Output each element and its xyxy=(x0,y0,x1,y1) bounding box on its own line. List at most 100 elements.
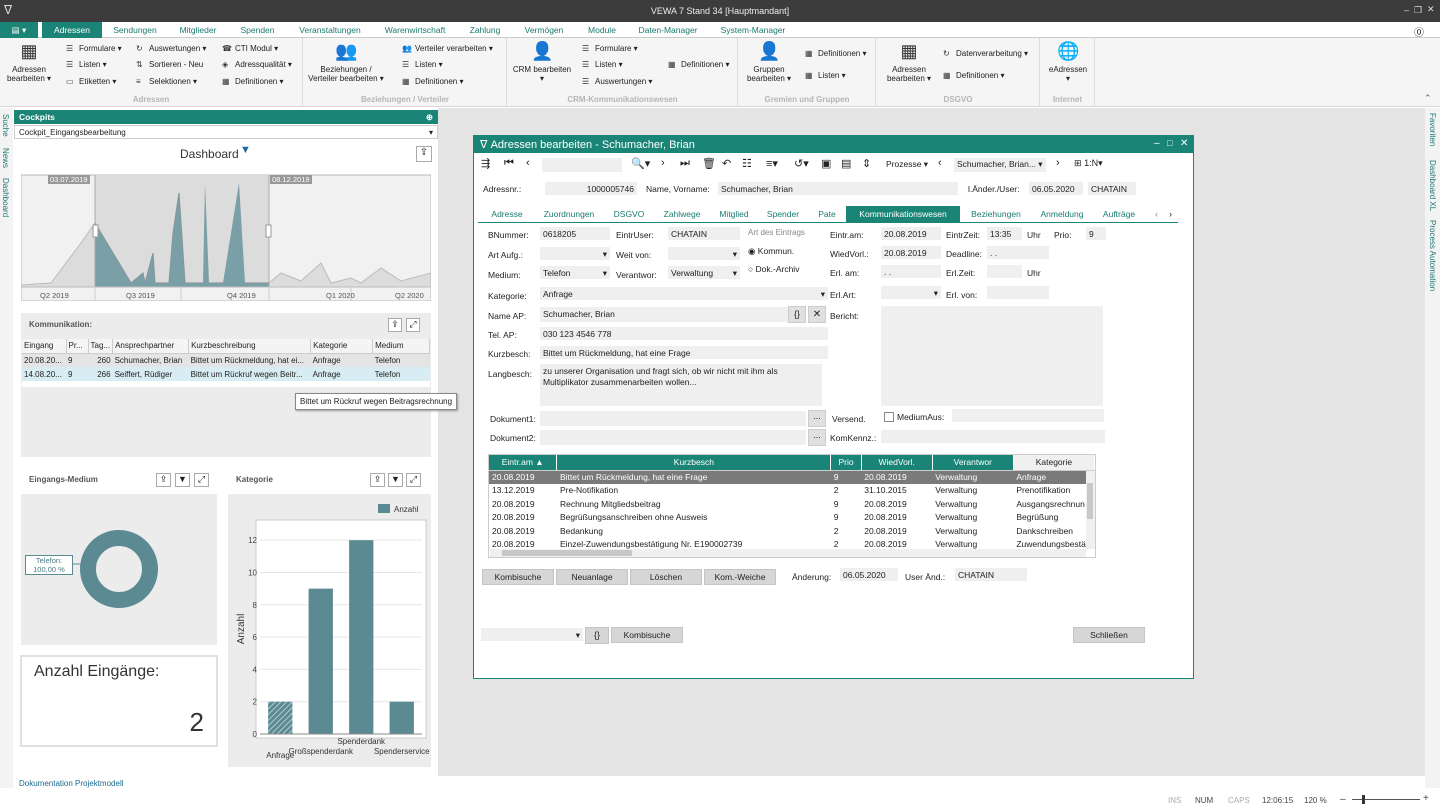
app-menu-button[interactable]: ▤ ▾ xyxy=(0,22,38,38)
side-tab-suche[interactable]: Suche xyxy=(1,114,10,137)
tab-adressen[interactable]: Adressen xyxy=(42,22,102,38)
browse-button[interactable]: ... xyxy=(808,429,826,446)
dtab-dsgvo[interactable]: DSGVO xyxy=(608,206,650,222)
numbered-list-icon[interactable]: ☷ xyxy=(742,157,752,170)
tab-vermoegen[interactable]: Vermögen xyxy=(515,22,573,38)
column-header[interactable]: Ansprechpartner xyxy=(112,339,190,354)
erl-am-field[interactable]: . . xyxy=(881,265,941,278)
last-record-icon[interactable]: ⏭ xyxy=(680,157,690,170)
cti-modul-button[interactable]: ☎ CTI Modul ▾ xyxy=(222,44,278,53)
laender-user-field[interactable]: CHATAIN xyxy=(1088,182,1136,195)
dok1-field[interactable] xyxy=(540,411,806,426)
table-row[interactable]: 14.08.20... 9 266 Seiffert, Rüdiger Bitt… xyxy=(22,367,430,381)
filter-icon[interactable]: ▼ xyxy=(175,473,190,487)
clear-icon[interactable]: ✕ xyxy=(808,306,826,323)
adressnr-field[interactable]: 1000005746 xyxy=(545,182,637,195)
bar[interactable] xyxy=(308,588,333,734)
loeschen-button[interactable]: Löschen xyxy=(630,569,702,585)
komweiche-button[interactable]: Kom.-Weiche xyxy=(704,569,776,585)
kommun-radio[interactable]: ◉ Kommun. xyxy=(748,246,794,257)
dtab-beziehungen[interactable]: Beziehungen xyxy=(964,206,1028,222)
grid-column-header[interactable]: Eintr.am ▲ xyxy=(489,455,558,471)
kombisuche2-button[interactable]: Kombisuche xyxy=(611,627,683,643)
record-select[interactable]: Schumacher, Brian... ▾ xyxy=(954,158,1046,172)
crm-auswertungen-button[interactable]: ☰ Auswertungen ▾ xyxy=(582,77,652,86)
previous-icon[interactable]: ‹ xyxy=(526,157,530,169)
mediumaus-checkbox[interactable] xyxy=(884,412,894,422)
next-icon[interactable]: › xyxy=(1056,157,1060,169)
column-header[interactable]: Kurzbeschreibung xyxy=(188,339,312,354)
bez-listen-button[interactable]: ☰ Listen ▾ xyxy=(402,60,443,69)
laender-date-field[interactable]: 06.05.2020 xyxy=(1029,182,1083,195)
medium-select[interactable]: Telefon ▾ xyxy=(540,266,610,279)
restore-icon[interactable]: ❐ xyxy=(1414,5,1422,16)
horizontal-scrollbar[interactable] xyxy=(490,549,1086,557)
dtab-zahlwege[interactable]: Zahlwege xyxy=(656,206,708,222)
tab-sendungen[interactable]: Sendungen xyxy=(105,22,165,38)
eintr-am-field[interactable]: 20.08.2019 xyxy=(881,227,941,240)
eintruser-field[interactable]: CHATAIN xyxy=(668,227,740,240)
tab-veranstaltungen[interactable]: Veranstaltungen xyxy=(290,22,370,38)
dtab-zuordnungen[interactable]: Zuordnungen xyxy=(536,206,602,222)
komkennz-field[interactable] xyxy=(881,430,1105,443)
grid-column-header[interactable]: Verantwor xyxy=(932,455,1014,471)
tab-zahlung[interactable]: Zahlung xyxy=(460,22,510,38)
tab-module[interactable]: Module xyxy=(578,22,626,38)
neuanlage-button[interactable]: Neuanlage xyxy=(556,569,628,585)
kategorie-select[interactable]: Anfrage ▾ xyxy=(540,287,828,300)
export-icon[interactable]: ⇪ xyxy=(388,318,402,332)
close-icon[interactable]: ✕ xyxy=(1180,138,1188,149)
bez-definitionen-button[interactable]: ▦ Definitionen ▾ xyxy=(402,77,464,86)
previous-icon[interactable]: ‹ xyxy=(938,157,942,169)
kombisuche-button[interactable]: Kombisuche xyxy=(482,569,554,585)
zoom-out-icon[interactable]: – xyxy=(1340,794,1346,805)
crm-listen-button[interactable]: ☰ Listen ▾ xyxy=(582,60,623,69)
prozesse-button[interactable]: Prozesse ▾ xyxy=(886,159,928,170)
sortieren-button[interactable]: ⇅ Sortieren - Neu xyxy=(136,60,203,69)
bar[interactable] xyxy=(268,701,293,734)
dok2-field[interactable] xyxy=(540,430,806,445)
crm-formulare-button[interactable]: ☰ Formulare ▾ xyxy=(582,44,638,53)
grid-row[interactable]: 20.08.2019 Begrüßungsanschreiben ohne Aus… xyxy=(489,511,1095,525)
dsgvo-definitionen-button[interactable]: ▦ Definitionen ▾ xyxy=(943,71,1005,80)
dtab-auftraege[interactable]: Aufträge xyxy=(1096,206,1142,222)
grid-column-header[interactable]: WiedVorl. xyxy=(861,455,933,471)
eintrzeit-field[interactable]: 13:35 xyxy=(987,227,1022,240)
excel-icon[interactable]: ▤ xyxy=(841,157,851,170)
tab-system-manager[interactable]: System-Manager xyxy=(712,22,794,38)
crm-bearbeiten-button[interactable]: 👤 CRM bearbeiten ▾ xyxy=(510,41,574,83)
side-tab-news[interactable]: News xyxy=(1,148,10,168)
listen-button[interactable]: ☰ Listen ▾ xyxy=(66,60,107,69)
grid-row[interactable]: 13.12.2019 Pre-Notifikation 2 31.10.2015 Ver… xyxy=(489,484,1095,498)
table-row[interactable]: 20.08.20... 9 260 Schumacher, Brian Bitt… xyxy=(22,353,430,367)
eadressen-button[interactable]: 🌐 eAdressen ▾ xyxy=(1045,41,1091,83)
expand-icon[interactable]: ⤢ xyxy=(194,473,209,487)
pin-icon[interactable]: ⊕ xyxy=(426,112,433,123)
verteiler-verarbeiten-button[interactable]: 👥 Verteiler verarbeiten ▾ xyxy=(402,44,493,53)
add-row-icon[interactable]: ⇶ xyxy=(481,157,490,170)
first-record-icon[interactable]: ⏮ xyxy=(504,157,514,170)
side-tab-process-automation[interactable]: Process Automation xyxy=(1428,220,1437,291)
tab-scroll-left-icon[interactable]: ‹ xyxy=(1155,209,1158,219)
cockpit-select[interactable]: Cockpit_Eingangsbearbeitung ▾ xyxy=(14,125,438,139)
help-icon[interactable]: ⓪ xyxy=(1414,24,1424,39)
wiedvorl-field[interactable]: 20.08.2019 xyxy=(881,246,941,259)
lookup-icon[interactable]: {} xyxy=(788,306,806,323)
relation-button[interactable]: ⊞ 1:N▾ xyxy=(1074,158,1103,169)
name-ap-field[interactable]: Schumacher, Brian xyxy=(540,307,788,322)
datenverarbeitung-button[interactable]: ↻ Datenverarbeitung ▾ xyxy=(943,49,1028,58)
erl-art-select[interactable]: ▾ xyxy=(881,286,941,299)
vertical-scrollbar[interactable] xyxy=(1086,471,1095,549)
bnummer-field[interactable]: 0618205 xyxy=(540,227,610,240)
zoom-in-icon[interactable]: + xyxy=(1423,793,1429,804)
undo-icon[interactable]: ↶ xyxy=(722,157,731,170)
donut-segment-telefon[interactable] xyxy=(80,530,158,608)
gruppen-bearbeiten-button[interactable]: 👤 Gruppen bearbeiten ▾ xyxy=(743,41,795,83)
range-handle-left[interactable] xyxy=(92,224,99,238)
grid-column-header[interactable]: Kategorie xyxy=(1013,455,1096,471)
grid-row[interactable]: 20.08.2019 Bedankung 2 20.08.2019 Verwaltung… xyxy=(489,524,1095,538)
dtab-mitglied[interactable]: Mitglied xyxy=(712,206,756,222)
bar[interactable] xyxy=(389,701,414,734)
column-header[interactable]: Medium xyxy=(372,339,430,354)
erl-zeit-field[interactable] xyxy=(987,265,1022,278)
